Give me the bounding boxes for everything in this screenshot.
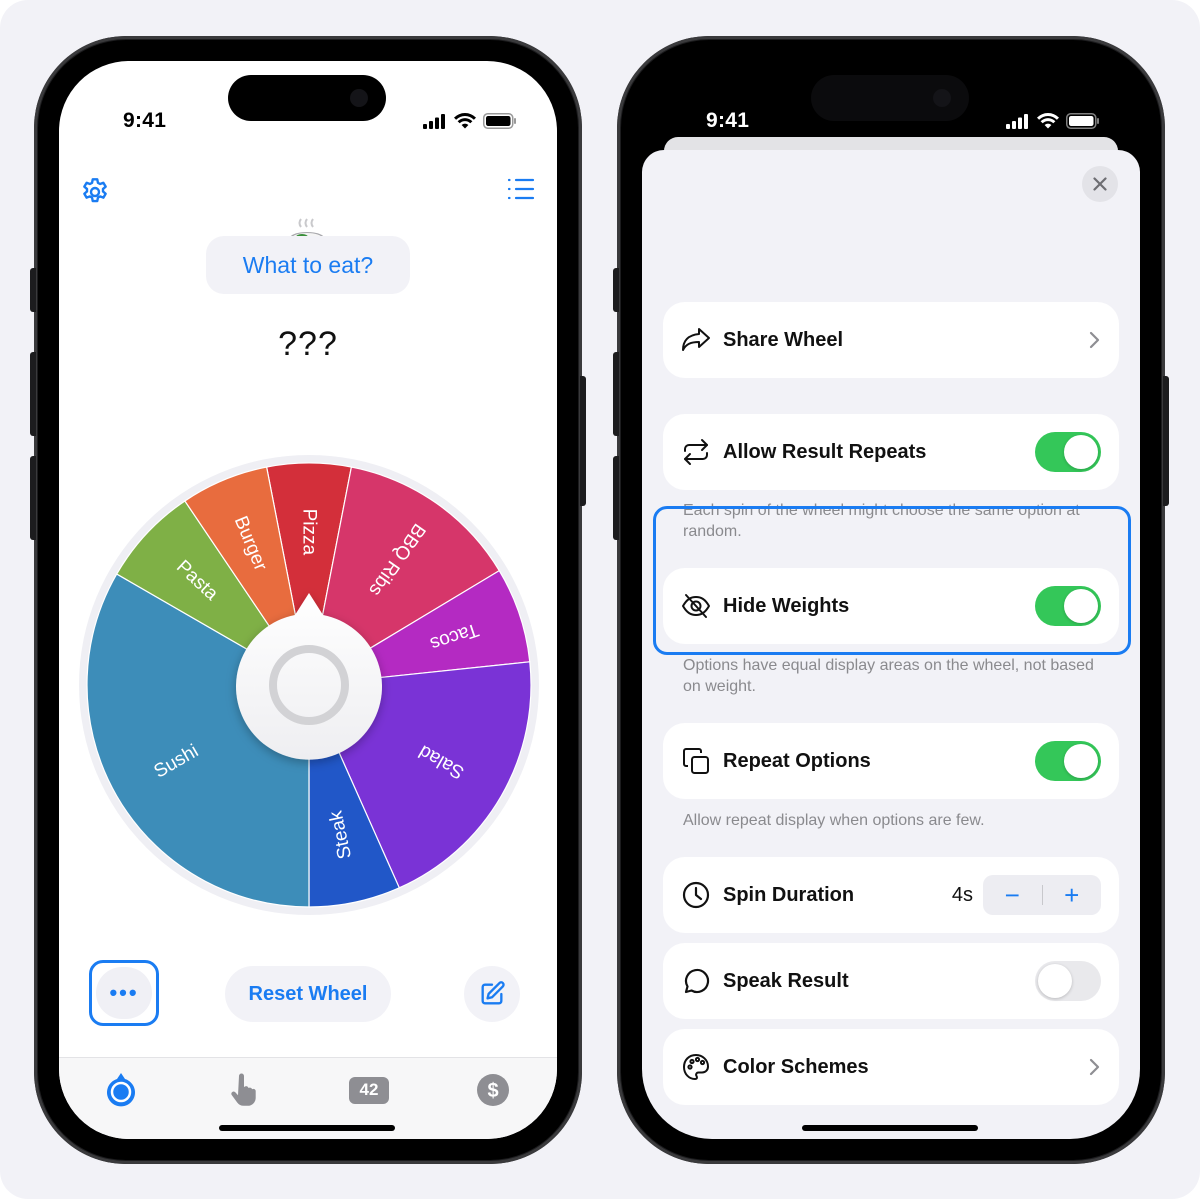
spin-duration-stepper: − + — [983, 875, 1101, 915]
signal-icon — [1006, 113, 1028, 129]
allow-result-repeats-toggle[interactable] — [1035, 432, 1101, 472]
speak-result-toggle[interactable] — [1035, 961, 1101, 1001]
spin-duration-row: Spin Duration 4s − + — [663, 857, 1119, 933]
allow-result-repeats-label: Allow Result Repeats — [723, 440, 927, 463]
status-bar: 9:41 — [642, 61, 1140, 132]
tab-number[interactable]: 42 — [349, 1070, 389, 1110]
spin-duration-label: Spin Duration — [723, 883, 855, 906]
tab-wheel[interactable] — [101, 1070, 141, 1110]
eye-slash-icon — [682, 594, 710, 618]
tab-pro[interactable]: $ — [473, 1070, 513, 1110]
power-button — [580, 376, 586, 506]
wheel-screen: 9:41 What to eat? ??? Pizza BBQ Ribs Tac… — [59, 61, 557, 1139]
action-button — [30, 268, 36, 312]
status-bar: 9:41 — [59, 61, 557, 132]
more-icon: ••• — [96, 967, 152, 1019]
gear-icon — [83, 178, 107, 203]
hand-point-icon — [231, 1073, 256, 1106]
close-icon — [1093, 177, 1107, 191]
repeat-options-toggle[interactable] — [1035, 741, 1101, 781]
repeat-options-label: Repeat Options — [723, 749, 871, 772]
color-schemes-label: Color Schemes — [723, 1055, 869, 1078]
hide-weights-row: Hide Weights — [663, 568, 1119, 644]
reset-wheel-label: Reset Wheel — [248, 982, 368, 1005]
wifi-icon — [1037, 113, 1059, 129]
settings-button[interactable] — [79, 176, 111, 208]
wheel-label: Pizza — [299, 509, 320, 556]
hide-weights-footnote: Options have equal display areas on the … — [683, 657, 1094, 695]
status-time: 9:41 — [123, 109, 167, 132]
more-button[interactable]: ••• — [89, 960, 159, 1026]
spin-wheel[interactable]: Pizza BBQ RibsTacosSaladSteakSushiPastaBu… — [75, 451, 543, 919]
phone-frame-settings: 9:41 Share Wheel Allow Result Repeats Ea… — [613, 36, 1169, 1164]
repeat-options-footnote: Allow repeat display when options are fe… — [683, 812, 985, 829]
decrement-button[interactable]: − — [983, 875, 1042, 915]
clock-icon — [682, 881, 710, 909]
wheel-title: What to eat? — [242, 251, 374, 278]
tab-bar: 42 $ — [59, 1057, 557, 1139]
repeat-options-row: Repeat Options — [663, 723, 1119, 799]
dynamic-island — [811, 75, 969, 121]
hide-weights-label: Hide Weights — [723, 594, 850, 617]
chevron-right-icon — [1089, 331, 1100, 349]
power-button — [1163, 376, 1169, 506]
increment-button[interactable]: + — [1043, 875, 1102, 915]
edit-wheel-button[interactable] — [464, 966, 520, 1022]
repeat-arrows-icon — [684, 439, 708, 465]
hide-weights-toggle[interactable] — [1035, 586, 1101, 626]
settings-screen: 9:41 Share Wheel Allow Result Repeats Ea… — [642, 61, 1140, 1139]
tab-tap[interactable] — [225, 1070, 265, 1110]
home-indicator — [219, 1125, 395, 1131]
number-badge: 42 — [349, 1076, 389, 1104]
speak-result-label: Speak Result — [723, 969, 849, 992]
status-time: 9:41 — [706, 109, 750, 132]
home-indicator — [802, 1125, 978, 1131]
svg-text:$: $ — [487, 1080, 498, 1102]
chevron-right-icon — [1089, 1058, 1100, 1076]
share-wheel-row[interactable]: Share Wheel — [663, 302, 1119, 378]
dollar-circle-icon: $ — [477, 1074, 509, 1106]
spin-result: ??? — [278, 325, 338, 363]
speech-bubble-icon — [684, 968, 710, 994]
battery-icon — [483, 113, 516, 129]
volume-up-button — [30, 352, 36, 436]
signal-icon — [423, 113, 445, 129]
square-pencil-icon — [481, 981, 505, 1005]
wheel-icon — [107, 1073, 135, 1107]
options-list-button[interactable] — [507, 178, 535, 204]
share-wheel-label: Share Wheel — [723, 328, 844, 351]
wifi-icon — [454, 113, 476, 129]
phone-frame-wheel: 9:41 What to eat? ??? Pizza BBQ Ribs Tac… — [30, 36, 586, 1164]
dynamic-island — [228, 75, 386, 121]
palette-icon — [683, 1054, 709, 1080]
battery-icon — [1066, 113, 1099, 129]
reset-wheel-button[interactable]: Reset Wheel — [225, 966, 391, 1022]
close-button[interactable] — [1082, 166, 1118, 202]
color-schemes-row[interactable]: Color Schemes — [663, 1029, 1119, 1105]
copy-squares-icon — [683, 748, 709, 774]
share-arrow-icon — [682, 328, 710, 351]
volume-down-button — [30, 456, 36, 540]
speak-result-row: Speak Result — [663, 943, 1119, 1019]
settings-sheet: Share Wheel Allow Result Repeats Each sp… — [642, 150, 1140, 1139]
list-bullet-icon — [507, 178, 535, 200]
wheel-title-button[interactable]: What to eat? — [206, 236, 410, 294]
spin-duration-value: 4s — [951, 883, 973, 906]
allow-result-repeats-row: Allow Result Repeats — [663, 414, 1119, 490]
